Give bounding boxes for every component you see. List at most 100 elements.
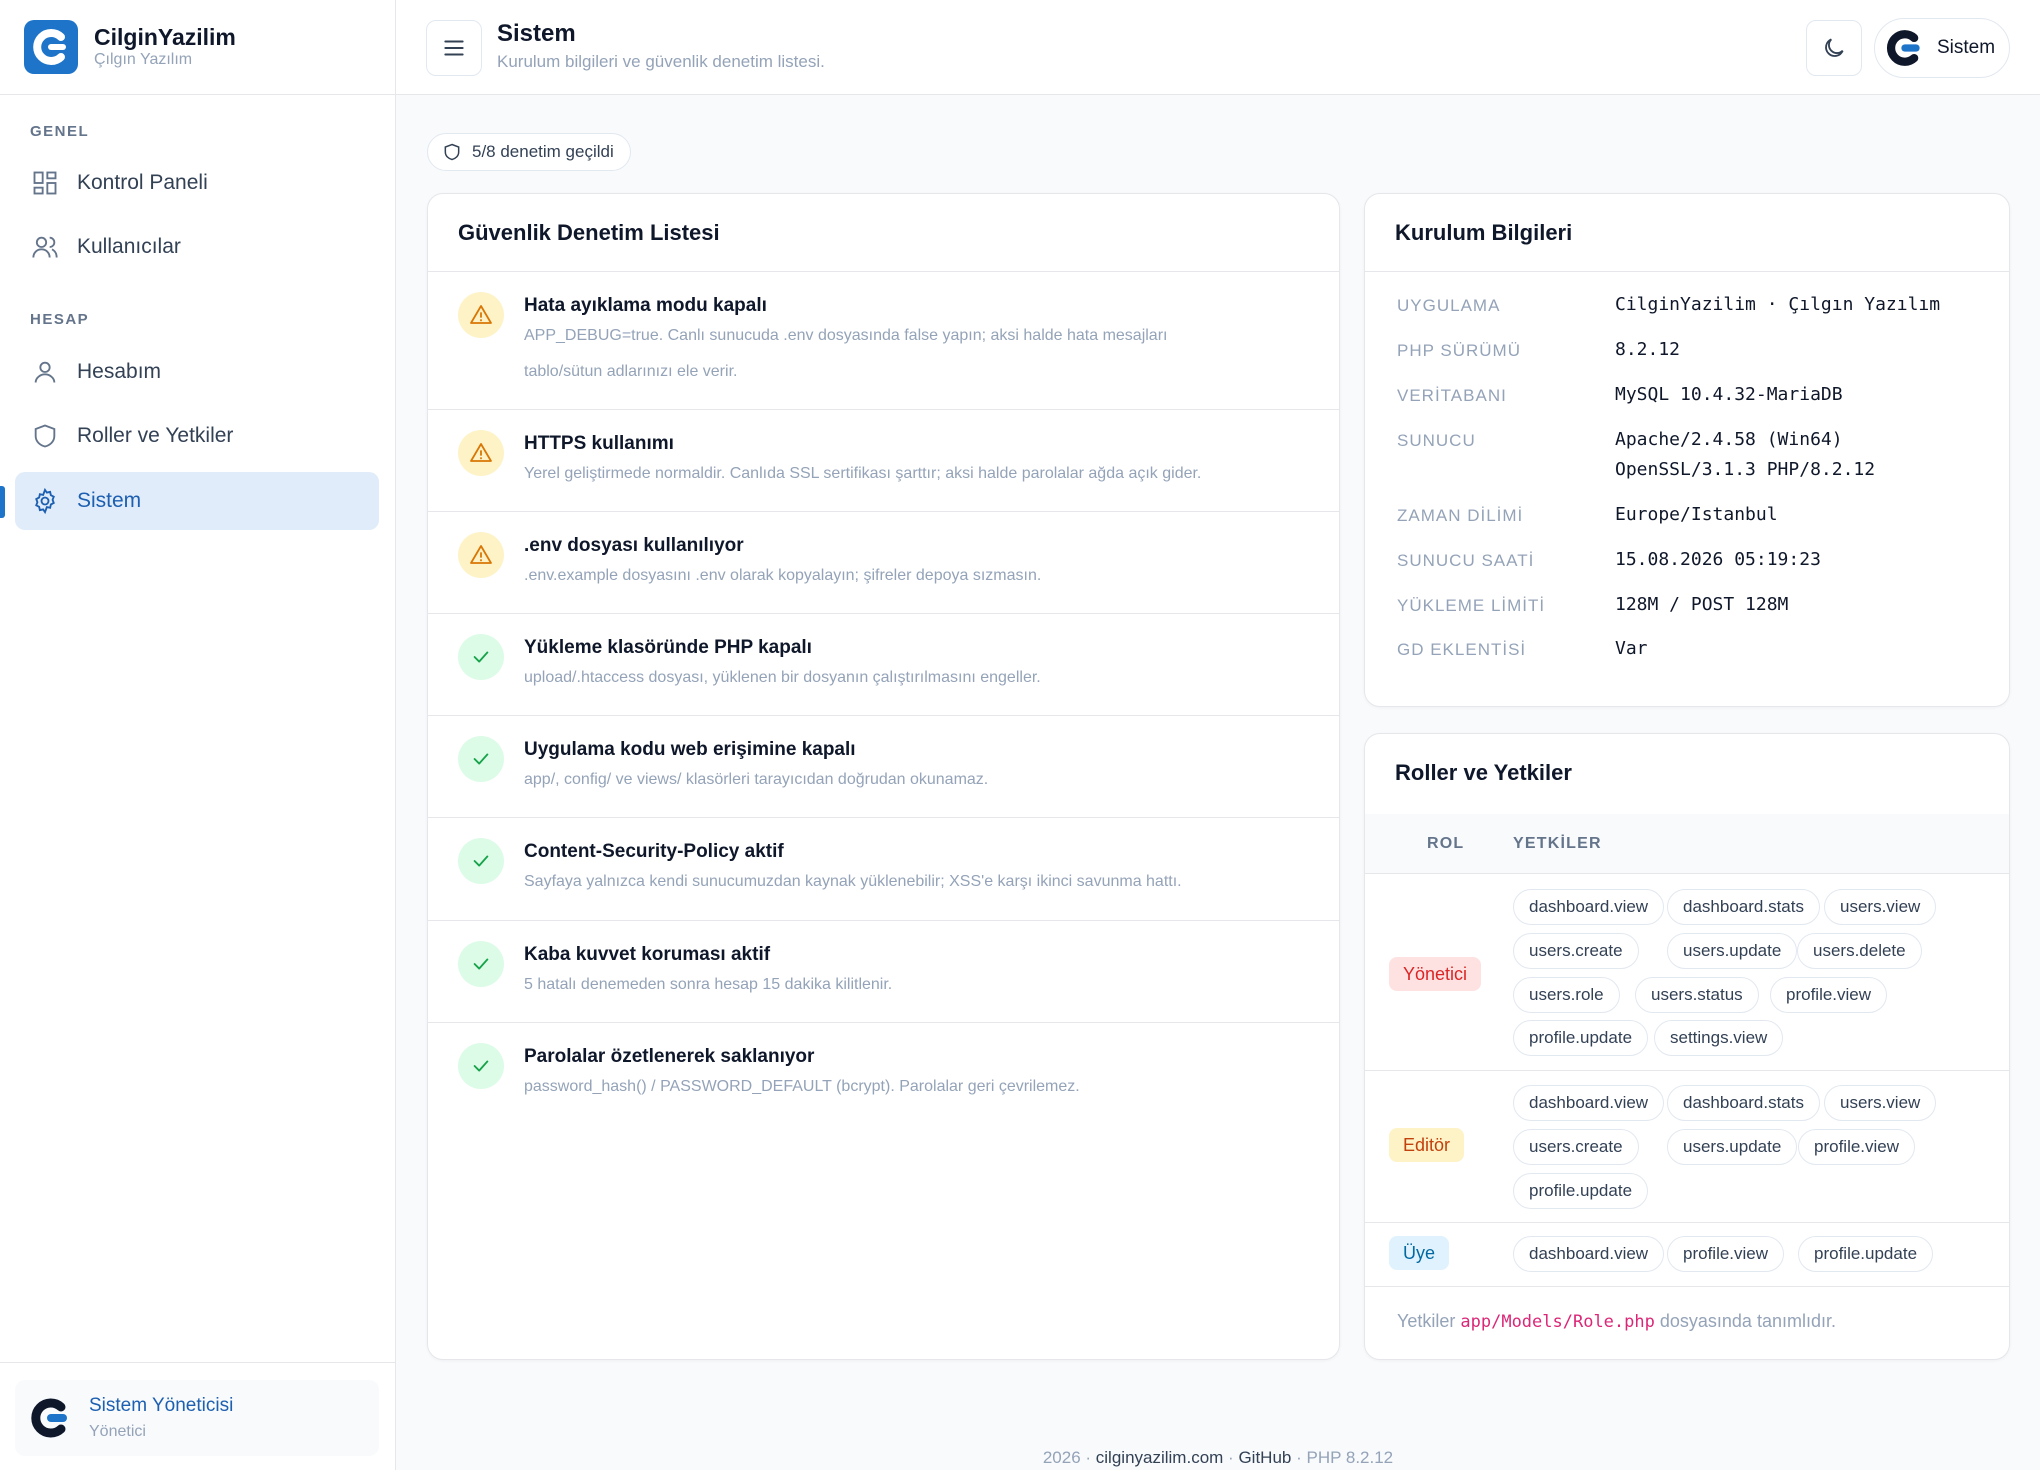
sidebar-item-dashboard[interactable]: Kontrol Paneli [15,154,379,212]
avatar [31,1398,67,1438]
audit-item-desc: upload/.htaccess dosyası, yüklenen bir d… [524,669,1041,686]
audit-list: Hata ayıklama modu kapalı APP_DEBUG=true.… [428,272,1339,1113]
roles-card: Roller ve Yetkiler ROL YETKİLER Yönetici… [1364,733,2010,1360]
sidebar: CilginYazilim Çılgın Yazılım GENEL Kontr… [0,0,396,1470]
audit-status-icon [458,292,504,338]
audit-status-icon [458,941,504,987]
permission-chip: users.status [1635,977,1759,1013]
profile-menu-button[interactable]: Sistem [1874,18,2010,78]
audit-item: .env dosyası kullanılıyor .env.example do… [428,512,1339,614]
audit-item: Content-Security-Policy aktif Sayfaya yal… [428,818,1339,921]
audit-status-icon [458,736,504,782]
moon-icon [1825,38,1844,57]
audit-item-desc: .env.example dosyasını .env olarak kopya… [524,567,1042,584]
theme-toggle-button[interactable] [1806,20,1862,76]
install-key: PHP SÜRÜMÜ [1397,341,1521,360]
permission-chip: settings.view [1654,1020,1784,1056]
audit-item-desc: Sayfaya yalnızca kendi sunucumuzdan kayn… [524,873,1182,890]
brand-logo-icon [24,20,78,74]
permission-chip: users.create [1513,1129,1639,1165]
audit-item-title: Uygulama kodu web erişimine kapalı [524,739,856,760]
user-role: Yönetici [89,1423,146,1440]
permission-chip: dashboard.view [1513,1085,1665,1121]
gear-icon [35,487,55,515]
avatar [1887,30,1920,66]
sidebar-item-label: Kontrol Paneli [77,171,208,194]
install-key: SUNUCU [1397,431,1476,450]
col-role: ROL [1427,835,1465,852]
page-title: Sistem [497,20,576,47]
brand[interactable]: CilginYazilim Çılgın Yazılım [0,0,395,95]
install-key: YÜKLEME LİMİTİ [1397,596,1546,615]
roles-card-title: Roller ve Yetkiler [1395,760,1572,785]
audit-item-desc: Yerel geliştirmede normaldir. Canlıda SS… [524,465,1202,482]
permission-chip: dashboard.stats [1667,1085,1820,1121]
divider [0,1362,396,1363]
audit-status-icon [458,532,504,578]
audit-item-desc: 5 hatalı denemeden sonra hesap 15 dakika… [524,976,893,993]
install-value: 128M / POST 128M [1615,590,1788,620]
permission-chip: profile.view [1770,977,1888,1013]
audit-status-icon [458,430,504,476]
install-value-line: Apache/2.4.58 (Win64) [1615,429,1843,450]
sidebar-item-label: Hesabım [77,360,162,383]
sidebar-item-users[interactable]: Kullanıcılar [15,218,379,276]
install-card: Kurulum Bilgileri UYGULAMA CilginYazilim … [1364,193,2010,707]
footer-github-link[interactable]: GitHub [1238,1448,1291,1467]
sidebar-item-label: Kullanıcılar [77,235,181,258]
audit-status-badge: 5/8 denetim geçildi [427,133,631,171]
hamburger-icon [444,40,464,56]
role-badge: Yönetici [1389,957,1482,991]
footer-site-link[interactable]: cilginyazilim.com [1096,1448,1224,1467]
divider [1365,1286,2009,1287]
user-name: Sistem Yöneticisi [89,1395,234,1416]
audit-item-desc: app/, config/ ve views/ klasörleri taray… [524,771,989,788]
audit-status-icon [458,634,504,680]
menu-toggle-button[interactable] [426,20,482,76]
install-value-line: OpenSSL/3.1.3 PHP/8.2.12 [1615,459,1876,480]
user-icon [34,361,56,383]
user-card[interactable]: Sistem Yöneticisi Yönetici [15,1380,379,1456]
audit-item: Yükleme klasöründe PHP kapalı upload/.hta… [428,614,1339,716]
warning-icon [470,305,492,324]
badge-text: 5/8 denetim geçildi [472,142,614,161]
audit-item: HTTPS kullanımı Yerel geliştirmede normal… [428,410,1339,512]
install-value-line: Europe/Istanbul [1615,504,1778,525]
audit-card: Güvenlik Denetim Listesi Hata ayıklama m… [427,193,1340,1360]
install-key: UYGULAMA [1397,296,1501,315]
footer-sep: · [1228,1448,1234,1467]
audit-item-title: Yükleme klasöründe PHP kapalı [524,637,812,658]
roles-footnote: Yetkiler app/Models/Role.php dosyasında … [1397,1311,1836,1332]
check-icon [473,1060,489,1072]
install-value: CilginYazilim · Çılgın Yazılım [1615,290,1940,320]
install-value-line: 128M / POST 128M [1615,594,1789,615]
audit-item-desc: APP_DEBUG=true. Canlı sunucuda .env dosy… [524,327,1168,380]
sidebar-item-roles[interactable]: Roller ve Yetkiler [15,407,379,465]
permission-chip: profile.update [1798,1236,1934,1272]
divider [1365,1222,2009,1223]
install-value-line: Var [1615,638,1648,659]
permission-chip: dashboard.view [1513,1236,1665,1272]
install-value: MySQL 10.4.32-MariaDB [1615,380,1843,410]
role-badge: Editör [1389,1128,1465,1162]
footnote-code: app/Models/Role.php [1460,1312,1655,1332]
nav-section-general: GENEL [30,123,90,140]
audit-item: Parolalar özetlenerek saklanıyor password… [428,1023,1339,1113]
sidebar-item-account[interactable]: Hesabım [15,343,379,401]
install-value-line: CilginYazilim · Çılgın Yazılım [1615,294,1941,315]
permission-chip: profile.update [1513,1173,1649,1209]
permission-chip: profile.update [1513,1020,1649,1056]
shield-icon [34,424,56,448]
brand-subtitle: Çılgın Yazılım [94,51,193,68]
audit-item-title: Hata ayıklama modu kapalı [524,295,767,316]
install-key: ZAMAN DİLİMİ [1397,506,1524,525]
sidebar-item-system[interactable]: Sistem [15,472,379,530]
install-value: Apache/2.4.58 (Win64) OpenSSL/3.1.3 PHP/8… [1615,425,1875,485]
install-key: VERİTABANI [1397,386,1507,405]
nav-section-account: HESAP [30,311,90,328]
audit-item-title: Kaba kuvvet koruması aktif [524,944,771,965]
audit-item: Uygulama kodu web erişimine kapalı app/, … [428,716,1339,818]
install-key: GD EKLENTİSİ [1397,640,1527,659]
check-icon [473,753,489,765]
audit-item: Kaba kuvvet koruması aktif 5 hatalı denem… [428,921,1339,1023]
